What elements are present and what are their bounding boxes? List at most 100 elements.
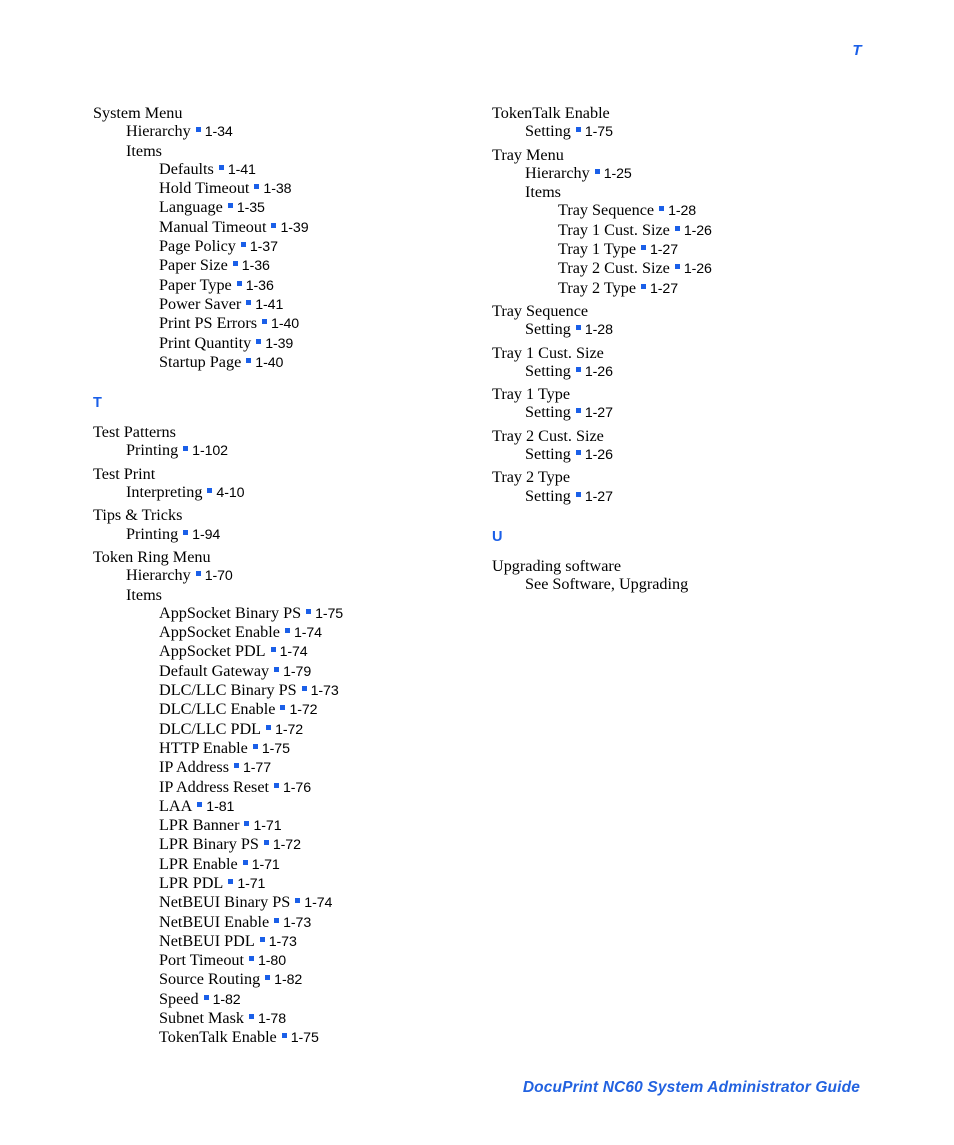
index-entry[interactable]: DLC/LLC Enable 1-72 bbox=[159, 700, 473, 719]
index-entry-page-locator: 1-26 bbox=[683, 222, 712, 239]
index-group-tray-1-type: Tray 1 Type Setting 1-27 bbox=[492, 385, 892, 423]
index-entry[interactable]: Subnet Mask 1-78 bbox=[159, 1009, 473, 1028]
index-entry[interactable]: NetBEUI PDL 1-73 bbox=[159, 932, 473, 951]
index-entry[interactable]: Tray 2 Cust. Size 1-26 bbox=[558, 259, 892, 278]
index-entry[interactable]: Manual Timeout 1-39 bbox=[159, 218, 473, 237]
index-entry-heading: Items bbox=[126, 586, 473, 604]
index-entry[interactable]: LPR Enable 1-71 bbox=[159, 855, 473, 874]
index-entry[interactable]: LPR Banner 1-71 bbox=[159, 816, 473, 835]
index-entry-page-locator: 1-82 bbox=[274, 972, 303, 989]
index-entry[interactable]: Speed 1-82 bbox=[159, 990, 473, 1009]
index-entry[interactable]: AppSocket PDL 1-74 bbox=[159, 642, 473, 661]
index-entry[interactable]: Setting 1-75 bbox=[525, 122, 892, 141]
bullet-separator-icon bbox=[274, 917, 280, 923]
index-see-also[interactable]: See Software, Upgrading bbox=[525, 575, 892, 593]
index-entry-term: Test Print bbox=[93, 464, 156, 483]
index-entry[interactable]: Port Timeout 1-80 bbox=[159, 951, 473, 970]
index-entry[interactable]: HTTP Enable 1-75 bbox=[159, 739, 473, 758]
index-entry[interactable]: TokenTalk Enable 1-75 bbox=[159, 1028, 473, 1047]
index-entry[interactable]: IP Address Reset 1-76 bbox=[159, 778, 473, 797]
index-entry-term: Setting bbox=[525, 361, 571, 380]
index-entry[interactable]: Setting 1-28 bbox=[525, 320, 892, 339]
index-entry-term: Defaults bbox=[159, 159, 214, 178]
index-entry[interactable]: IP Address 1-77 bbox=[159, 758, 473, 777]
index-entry[interactable]: DLC/LLC PDL 1-72 bbox=[159, 720, 473, 739]
index-entry[interactable]: Tray 1 Type 1-27 bbox=[558, 240, 892, 259]
index-entry[interactable]: Printing 1-94 bbox=[126, 525, 473, 544]
index-entry[interactable]: Hierarchy 1-70 bbox=[126, 566, 473, 585]
index-entry[interactable]: Print Quantity 1-39 bbox=[159, 334, 473, 353]
index-entry-term: Items bbox=[525, 183, 561, 202]
index-entry-term: Tray 2 Cust. Size bbox=[492, 426, 604, 445]
index-entry-term: Language bbox=[159, 198, 223, 217]
index-entry-page-locator: 1-73 bbox=[310, 683, 339, 700]
bullet-separator-icon bbox=[270, 647, 276, 653]
index-entry[interactable]: Hold Timeout 1-38 bbox=[159, 179, 473, 198]
index-entry[interactable]: Tray Sequence 1-28 bbox=[558, 201, 892, 220]
section-letter-u: U bbox=[492, 528, 503, 545]
index-entry-term: Tray 1 Cust. Size bbox=[558, 220, 670, 239]
index-entry[interactable]: Interpreting 4-10 bbox=[126, 483, 473, 502]
index-entry[interactable]: NetBEUI Enable 1-73 bbox=[159, 913, 473, 932]
index-entry-term: LPR Banner bbox=[159, 816, 240, 835]
index-entry-term: Paper Size bbox=[159, 256, 228, 275]
bullet-separator-icon bbox=[301, 686, 307, 692]
bullet-separator-icon bbox=[228, 878, 234, 884]
index-entry-heading: Tray 1 Type bbox=[492, 385, 892, 403]
index-entry-term: Tray 1 Cust. Size bbox=[492, 343, 604, 362]
index-entry[interactable]: Source Routing 1-82 bbox=[159, 970, 473, 989]
index-entry-term: Upgrading software bbox=[492, 556, 622, 575]
index-entry-term: Setting bbox=[525, 122, 571, 141]
index-entry[interactable]: LPR Binary PS 1-72 bbox=[159, 835, 473, 854]
index-group-tray-1-cust-size: Tray 1 Cust. Size Setting 1-26 bbox=[492, 344, 892, 382]
index-group-token-ring-menu: Token Ring Menu Hierarchy 1-70 Items AppSock… bbox=[93, 548, 473, 1048]
index-group-tray-menu: Tray Menu Hierarchy 1-25 Items Tray Sequence… bbox=[492, 146, 892, 298]
index-entry-term: Manual Timeout bbox=[159, 217, 267, 236]
index-entry-page-locator: 1-27 bbox=[584, 488, 613, 505]
index-entry[interactable]: DLC/LLC Binary PS 1-73 bbox=[159, 681, 473, 700]
bullet-separator-icon bbox=[280, 705, 286, 711]
index-entry[interactable]: Printing 1-102 bbox=[126, 441, 473, 460]
index-entry-term: Items bbox=[126, 585, 162, 604]
bullet-separator-icon bbox=[256, 338, 262, 344]
index-entry[interactable]: Defaults 1-41 bbox=[159, 160, 473, 179]
index-entry[interactable]: LAA 1-81 bbox=[159, 797, 473, 816]
index-entry[interactable]: Tray 1 Cust. Size 1-26 bbox=[558, 221, 892, 240]
index-entry-term: LPR Enable bbox=[159, 854, 238, 873]
index-entry[interactable]: Paper Size 1-36 bbox=[159, 256, 473, 275]
index-entry[interactable]: Power Saver 1-41 bbox=[159, 295, 473, 314]
index-entry[interactable]: Print PS Errors 1-40 bbox=[159, 314, 473, 333]
index-entry[interactable]: LPR PDL 1-71 bbox=[159, 874, 473, 893]
index-entry[interactable]: Setting 1-26 bbox=[525, 362, 892, 381]
index-entry-page-locator: 1-26 bbox=[584, 447, 613, 464]
index-entry[interactable]: AppSocket Enable 1-74 bbox=[159, 623, 473, 642]
index-entry[interactable]: Hierarchy 1-25 bbox=[525, 164, 892, 183]
bullet-separator-icon bbox=[197, 801, 203, 807]
bullet-separator-icon bbox=[183, 446, 189, 452]
index-entry[interactable]: Hierarchy 1-34 bbox=[126, 122, 473, 141]
index-entry[interactable]: Setting 1-27 bbox=[525, 487, 892, 506]
index-entry-page-locator: 1-94 bbox=[192, 526, 221, 543]
index-entry-page-locator: 1-82 bbox=[212, 991, 241, 1008]
index-entry-term: System Menu bbox=[93, 104, 183, 122]
index-entry[interactable]: Setting 1-26 bbox=[525, 445, 892, 464]
index-entry[interactable]: Paper Type 1-36 bbox=[159, 276, 473, 295]
index-entry-page-locator: 1-72 bbox=[289, 702, 318, 719]
bullet-separator-icon bbox=[195, 571, 201, 577]
index-entry[interactable]: Page Policy 1-37 bbox=[159, 237, 473, 256]
index-entry-page-locator: 1-26 bbox=[584, 363, 613, 380]
index-entry[interactable]: Language 1-35 bbox=[159, 198, 473, 217]
index-entry-page-locator: 1-38 bbox=[263, 181, 292, 198]
index-entry-term: LPR PDL bbox=[159, 873, 224, 892]
index-entry-term: Print Quantity bbox=[159, 333, 252, 352]
index-entry-term: DLC/LLC Binary PS bbox=[159, 681, 297, 700]
index-entry[interactable]: Startup Page 1-40 bbox=[159, 353, 473, 372]
index-entry-term: TokenTalk Enable bbox=[159, 1028, 277, 1047]
index-entry[interactable]: Setting 1-27 bbox=[525, 403, 892, 422]
index-entry-page-locator: 1-37 bbox=[249, 239, 278, 256]
index-entry[interactable]: Default Gateway 1-79 bbox=[159, 662, 473, 681]
index-entry[interactable]: Tray 2 Type 1-27 bbox=[558, 279, 892, 298]
index-entry-term: Tray Menu bbox=[492, 145, 564, 164]
index-entry[interactable]: AppSocket Binary PS 1-75 bbox=[159, 604, 473, 623]
index-entry[interactable]: NetBEUI Binary PS 1-74 bbox=[159, 893, 473, 912]
